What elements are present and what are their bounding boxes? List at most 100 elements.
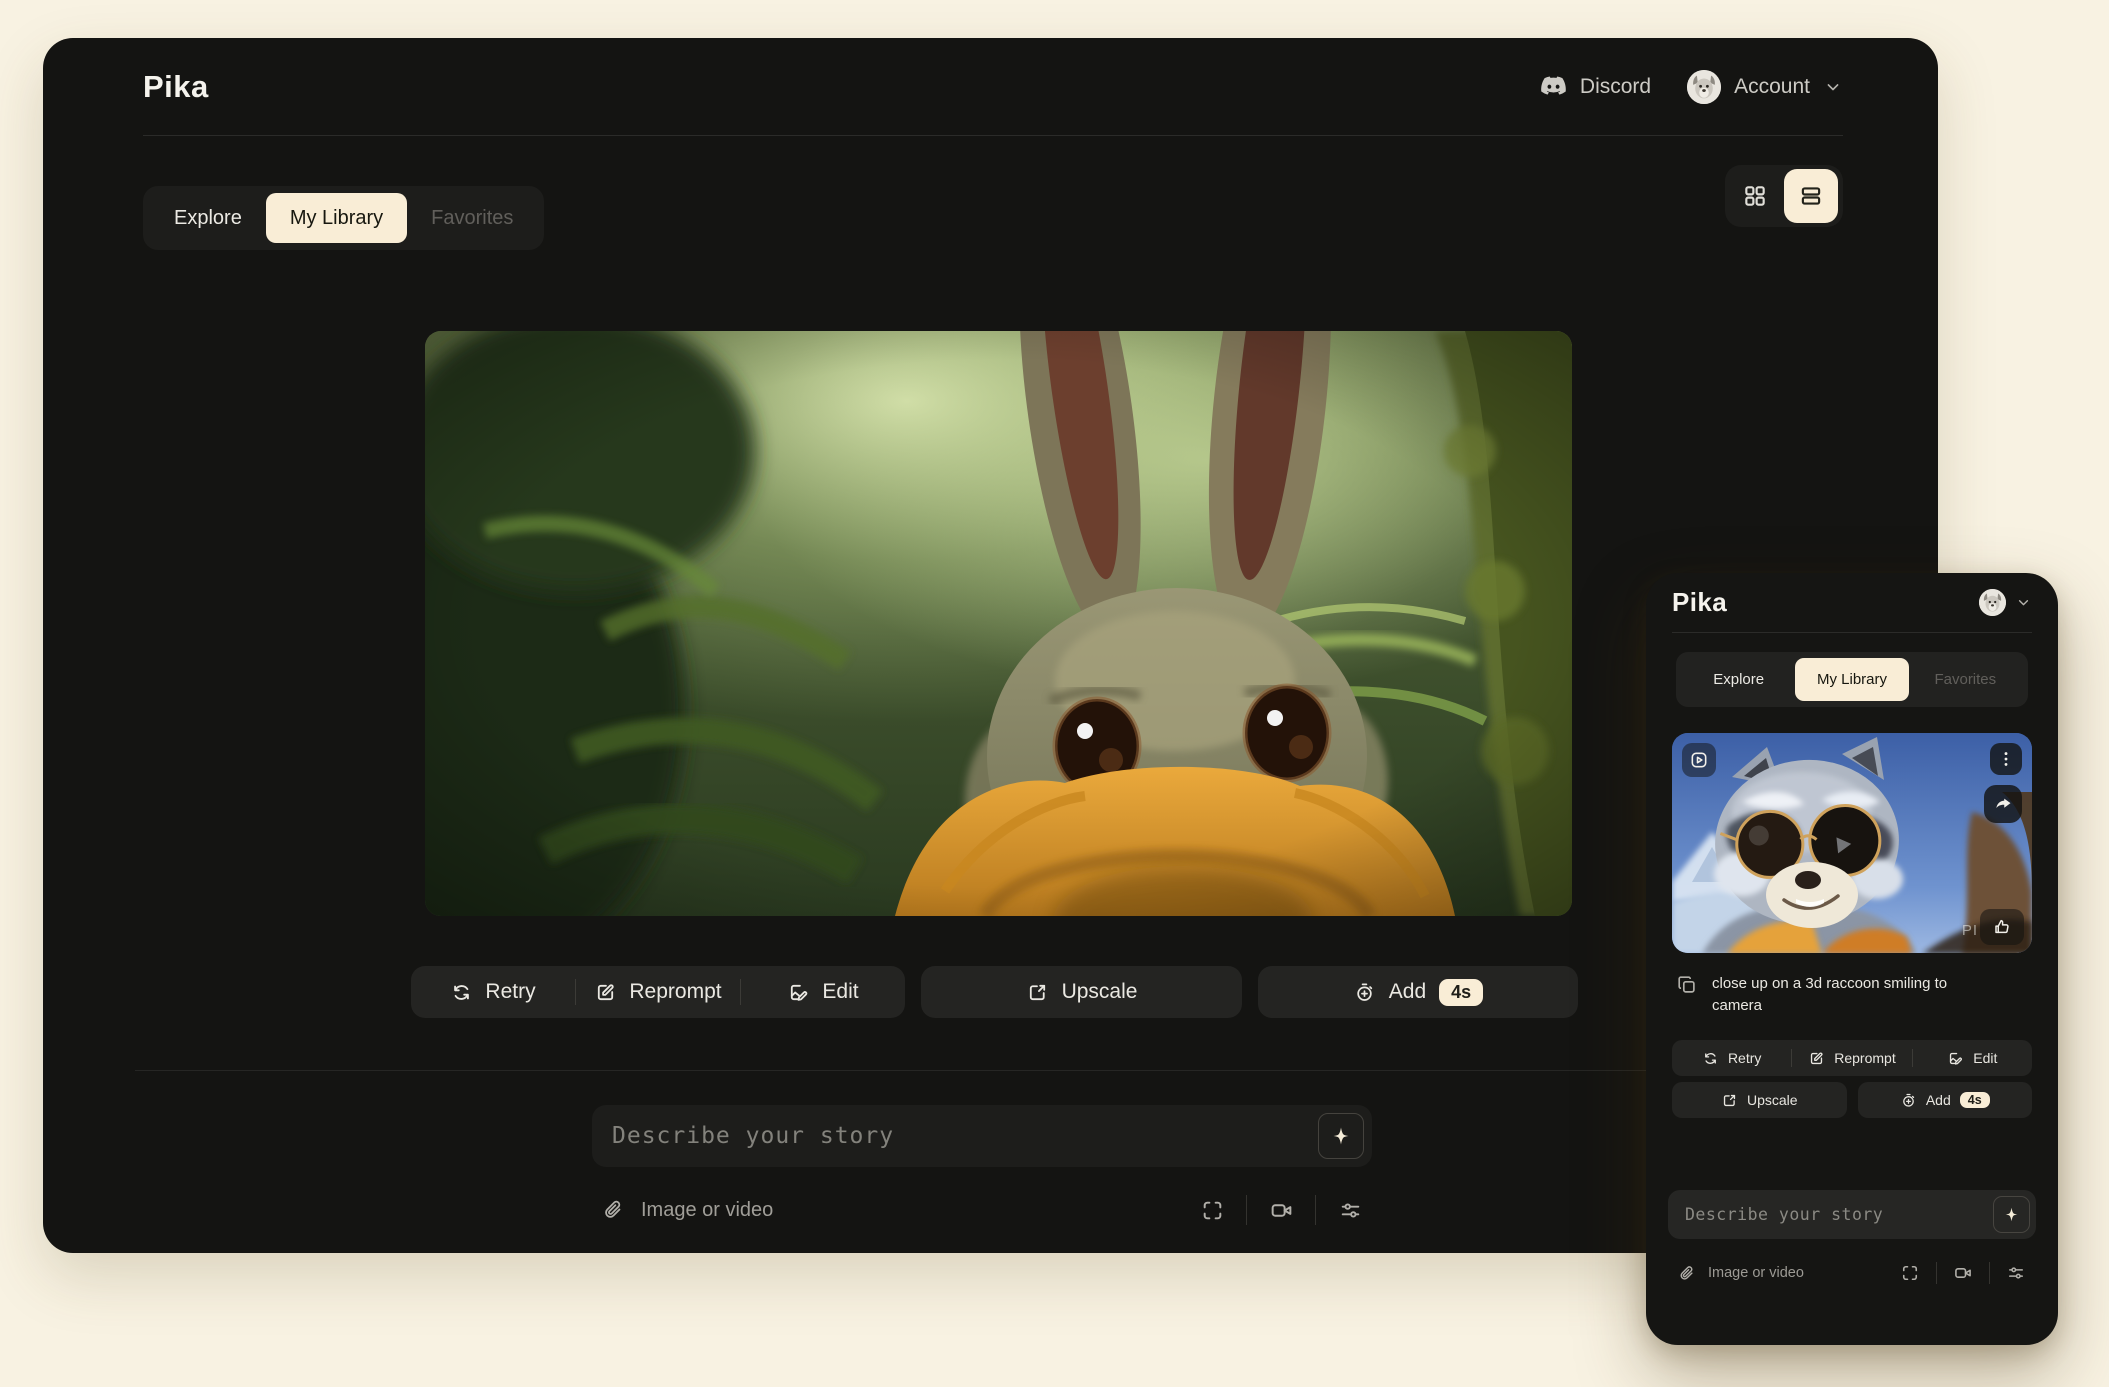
discord-link[interactable]: Discord — [1540, 75, 1651, 99]
paperclip-icon — [602, 1198, 626, 1222]
panel-header-divider — [1672, 632, 2032, 633]
video-camera-icon — [1269, 1198, 1294, 1223]
copy-prompt-button[interactable] — [1676, 974, 1698, 996]
grid-icon — [1742, 183, 1768, 209]
sparkle-icon — [2002, 1205, 2021, 1224]
retry-button[interactable]: Retry — [411, 966, 575, 1018]
panel-composer-options: Image or video — [1678, 1259, 2028, 1287]
main-header: Pika Discord Account — [143, 38, 1843, 135]
reprompt-button[interactable]: Reprompt — [576, 966, 740, 1018]
reprompt-label: Reprompt — [1834, 1050, 1895, 1066]
thumbs-up-icon — [1992, 917, 2012, 937]
upscale-label: Upscale — [1747, 1092, 1798, 1108]
panel-edit-actions-group: Retry Reprompt Edit — [1672, 1040, 2032, 1076]
rabbit-video-art — [425, 331, 1572, 916]
panel-generate-actions: Upscale Add 4s — [1672, 1082, 2032, 1118]
panel-composer-tools — [1898, 1261, 2028, 1285]
aspect-ratio-button[interactable] — [1197, 1195, 1227, 1225]
share-icon — [1993, 794, 2013, 814]
panel-upscale-button[interactable]: Upscale — [1672, 1082, 1847, 1118]
retry-label: Retry — [1728, 1050, 1761, 1066]
tab-my-library[interactable]: My Library — [266, 193, 407, 243]
panel-library-tabs: Explore My Library Favorites — [1676, 652, 2028, 707]
panel-settings-button[interactable] — [2004, 1261, 2028, 1285]
panel-aspect-ratio-button[interactable] — [1898, 1261, 1922, 1285]
panel-add-seconds-button[interactable]: Add 4s — [1858, 1082, 2033, 1118]
account-label: Account — [1734, 75, 1810, 99]
panel-story-composer — [1668, 1190, 2036, 1239]
retry-icon — [1702, 1050, 1719, 1067]
play-square-icon — [1689, 750, 1709, 770]
add-seconds-button[interactable]: Add 4s — [1258, 966, 1578, 1018]
prompt-row: close up on a 3d raccoon smiling to came… — [1676, 973, 2034, 1017]
edit-label: Edit — [822, 980, 858, 1004]
composer-divider — [135, 1070, 1846, 1071]
add-label: Add — [1926, 1092, 1951, 1108]
stopwatch-plus-icon — [1900, 1092, 1917, 1109]
rows-icon — [1798, 183, 1824, 209]
raccoon-video-art — [1672, 733, 2032, 953]
attach-label: Image or video — [1708, 1265, 1804, 1281]
upscale-icon — [1026, 981, 1049, 1004]
duration-badge: 4s — [1439, 979, 1483, 1006]
attach-media-button[interactable]: Image or video — [602, 1198, 773, 1222]
page: Pika Discord Account Explore My Library … — [0, 0, 2109, 1387]
panel-account-menu[interactable] — [1979, 589, 2032, 616]
reprompt-icon — [1808, 1050, 1825, 1067]
prompt-text: close up on a 3d raccoon smiling to came… — [1712, 973, 1974, 1017]
account-menu[interactable]: Account — [1687, 70, 1843, 104]
tab-favorites[interactable]: Favorites — [407, 193, 537, 243]
panel-avatar — [1979, 589, 2006, 616]
pika-mini-panel: Pika Explore My Library Favorites — [1646, 573, 2058, 1345]
reprompt-icon — [594, 981, 617, 1004]
divider — [1936, 1262, 1937, 1284]
composer-options: Image or video — [592, 1190, 1375, 1230]
camera-options-button[interactable] — [1266, 1195, 1296, 1225]
video-card[interactable]: PI — [1672, 733, 2032, 953]
view-toggle — [1725, 165, 1843, 227]
settings-button[interactable] — [1335, 1195, 1365, 1225]
chevron-down-icon — [2015, 594, 2032, 611]
panel-story-input[interactable] — [1683, 1204, 1993, 1225]
attach-label: Image or video — [641, 1199, 773, 1222]
panel-retry-button[interactable]: Retry — [1672, 1040, 1791, 1076]
list-view-button[interactable] — [1784, 169, 1838, 223]
panel-reprompt-button[interactable]: Reprompt — [1792, 1040, 1911, 1076]
discord-label: Discord — [1580, 75, 1651, 99]
play-button[interactable] — [1682, 743, 1716, 777]
generate-button[interactable] — [1318, 1113, 1364, 1159]
panel-attach-media-button[interactable]: Image or video — [1678, 1264, 1804, 1283]
upscale-label: Upscale — [1062, 980, 1138, 1004]
library-tabs: Explore My Library Favorites — [143, 186, 544, 250]
panel-pika-logo: Pika — [1672, 587, 1727, 618]
sliders-icon — [2006, 1263, 2026, 1283]
story-composer — [592, 1105, 1372, 1167]
panel-edit-button[interactable]: Edit — [1913, 1040, 2032, 1076]
upscale-icon — [1721, 1092, 1738, 1109]
panel-camera-options-button[interactable] — [1951, 1261, 1975, 1285]
upscale-button[interactable]: Upscale — [921, 966, 1242, 1018]
tab-explore[interactable]: Explore — [150, 193, 266, 243]
edit-icon — [787, 981, 810, 1004]
reprompt-label: Reprompt — [629, 980, 721, 1004]
edit-button[interactable]: Edit — [741, 966, 905, 1018]
video-actions: Retry Reprompt Edit Upscale Add — [411, 966, 1578, 1018]
video-player[interactable] — [425, 331, 1572, 916]
header-divider — [143, 135, 1843, 136]
header-right: Discord Account — [1540, 70, 1843, 104]
add-label: Add — [1389, 980, 1426, 1004]
composer-tools — [1197, 1195, 1365, 1225]
share-button[interactable] — [1984, 785, 2022, 823]
like-button[interactable] — [1980, 909, 2024, 945]
grid-view-button[interactable] — [1730, 171, 1780, 221]
frame-corners-icon — [1200, 1198, 1225, 1223]
more-options-button[interactable] — [1990, 743, 2022, 775]
panel-tab-explore[interactable]: Explore — [1682, 658, 1795, 701]
avatar — [1687, 70, 1721, 104]
duration-badge: 4s — [1960, 1092, 1990, 1108]
edit-actions-group: Retry Reprompt Edit — [411, 966, 905, 1018]
panel-generate-button[interactable] — [1993, 1196, 2030, 1233]
panel-tab-my-library[interactable]: My Library — [1795, 658, 1908, 701]
panel-tab-favorites[interactable]: Favorites — [1909, 658, 2022, 701]
story-input[interactable] — [610, 1122, 1318, 1150]
